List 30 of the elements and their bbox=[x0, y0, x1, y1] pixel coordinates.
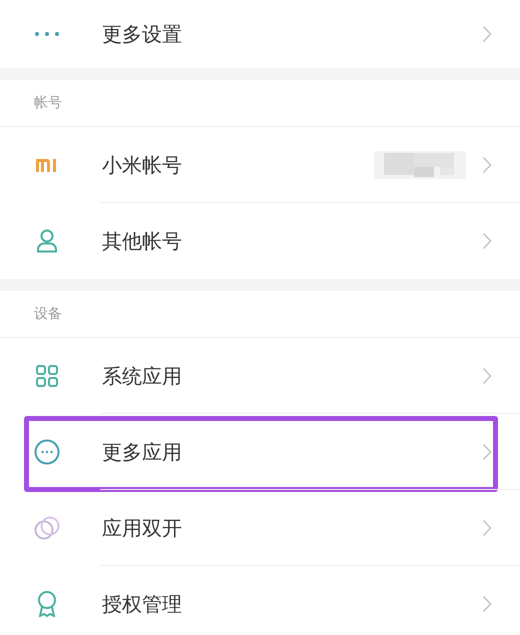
more-icon bbox=[34, 439, 60, 465]
item-label: 更多设置 bbox=[102, 20, 183, 48]
item-label: 小米帐号 bbox=[102, 152, 183, 178]
item-label: 授权管理 bbox=[102, 590, 183, 618]
item-label: 更多应用 bbox=[102, 438, 183, 466]
person-icon bbox=[36, 229, 58, 253]
item-label: 其他帐号 bbox=[102, 228, 183, 254]
settings-item[interactable]: 更多设置 bbox=[0, 0, 520, 68]
grid-icon bbox=[36, 365, 58, 387]
chevron-icon bbox=[482, 232, 492, 250]
section-header: 帐号 bbox=[0, 80, 520, 127]
settings-item[interactable]: 授权管理 bbox=[0, 566, 520, 635]
settings-item[interactable]: 小米帐号 bbox=[0, 127, 520, 203]
chevron-icon bbox=[482, 367, 492, 385]
item-label: 应用双开 bbox=[102, 514, 183, 542]
award-icon bbox=[36, 591, 58, 617]
rings-icon bbox=[34, 516, 60, 540]
settings-item[interactable]: 系统应用 bbox=[0, 338, 520, 414]
settings-item[interactable]: 应用双开 bbox=[0, 490, 520, 566]
chevron-icon bbox=[482, 156, 492, 174]
settings-item[interactable]: 更多应用 bbox=[0, 414, 520, 490]
item-label: 系统应用 bbox=[102, 362, 183, 390]
settings-item[interactable]: 其他帐号 bbox=[0, 203, 520, 279]
more-icon bbox=[34, 31, 60, 37]
chevron-icon bbox=[482, 443, 492, 461]
section-header: 设备 bbox=[0, 291, 520, 338]
chevron-icon bbox=[482, 519, 492, 537]
chevron-icon bbox=[482, 25, 492, 43]
logo-icon bbox=[35, 157, 59, 173]
chevron-icon bbox=[482, 595, 492, 613]
